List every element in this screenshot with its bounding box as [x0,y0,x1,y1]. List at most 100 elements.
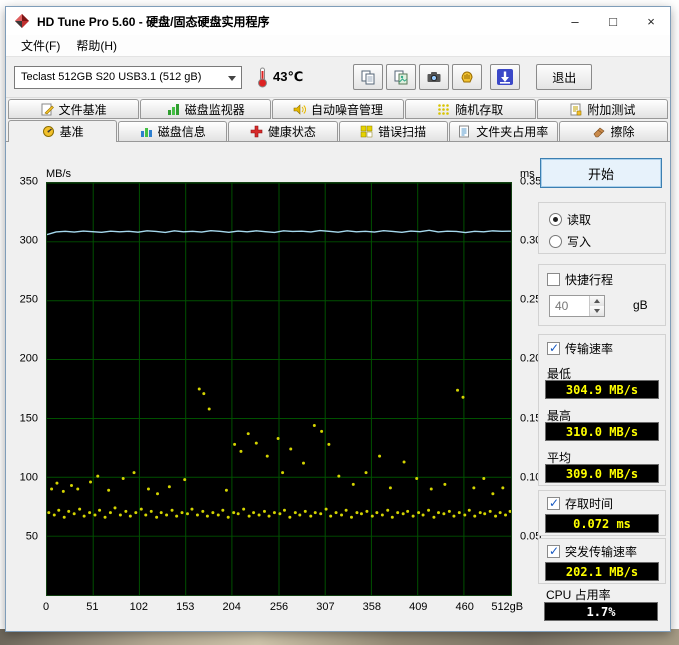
donate-button[interactable] [452,64,483,90]
write-label: 写入 [567,235,592,249]
transfer-rate-label: 传输速率 [565,342,614,356]
benchmark-icon [42,126,54,137]
menu-bar: 文件(F) 帮助(H) [6,35,670,57]
short-stroke-group: 快捷行程 40 gB [538,264,666,326]
error-scan-icon [360,125,373,138]
tab-extra-tests[interactable]: 附加测试 [536,99,669,119]
short-stroke-stepper[interactable]: 40 [549,295,605,317]
tab-benchmark[interactable]: 基准 [8,120,118,142]
copy-image-button[interactable] [386,64,417,90]
read-radio[interactable] [549,213,562,226]
max-value-display: 310.0 MB/s [545,422,659,441]
short-stroke-checkbox[interactable] [547,273,560,286]
stepper-down-icon[interactable] [590,306,604,316]
hand-icon [461,71,473,83]
write-radio[interactable] [549,235,562,248]
tab-label: 健康状态 [267,125,316,139]
speaker-icon [293,103,306,115]
burst-rate-row[interactable]: 突发传输速率 [547,543,637,560]
transfer-rate-checkbox[interactable] [547,342,560,355]
tab-error-scan[interactable]: 错误扫描 [338,121,448,141]
eraser-icon [594,127,605,138]
tab-random-access[interactable]: 随机存取 [404,99,536,119]
x-axis-labels: 0 51 102 153 204 256 307 358 409 460 512gB [42,601,524,613]
tab-row-lower: 基准 磁盘信息 健康状态 错误扫描 文件夹占用率 擦除 [6,119,670,142]
window-controls: – □ × [556,7,670,35]
tab-erase[interactable]: 擦除 [558,121,669,141]
burst-rate-checkbox[interactable] [547,545,560,558]
exit-button[interactable]: 退出 [536,64,593,90]
toolbar: Teclast 512GB S20 USB3.1 (512 gB) 43℃ 退出 [6,57,670,97]
menu-help[interactable]: 帮助(H) [69,35,124,56]
tab-file-benchmark[interactable]: 文件基准 [8,99,140,119]
app-window: HD Tune Pro 5.60 - 硬盘/固态硬盘实用程序 – □ × 文件(… [5,6,671,632]
tab-folder-usage[interactable]: 文件夹占用率 [448,121,558,141]
tab-label: 擦除 [610,125,635,139]
disk-info-icon [140,128,152,137]
tab-label: 文件基准 [58,102,107,117]
start-button[interactable]: 开始 [540,158,662,188]
access-time-checkbox[interactable] [547,497,560,510]
stepper-arrows [589,296,604,316]
tab-aam[interactable]: 自动噪音管理 [272,99,404,119]
cpu-usage-label: CPU 占用率 [546,588,611,602]
benchmark-chart [46,182,512,596]
tab-label: 磁盘信息 [157,125,206,139]
burst-rate-display: 202.1 MB/s [545,562,659,581]
close-button[interactable]: × [632,7,670,35]
tab-disk-info[interactable]: 磁盘信息 [118,121,228,141]
burst-rate-group: 突发传输速率 202.1 MB/s [538,538,666,584]
drive-select[interactable]: Teclast 512GB S20 USB3.1 (512 gB) [14,65,242,89]
tab-label: 附加测试 [587,102,636,117]
disk-monitor-icon [167,103,179,115]
exit-label: 退出 [552,70,577,85]
write-radio-row[interactable]: 写入 [549,233,591,250]
transfer-rate-group: 传输速率 最低 304.9 MB/s 最高 310.0 MB/s 平均 309.… [538,334,666,486]
tab-health[interactable]: 健康状态 [228,121,338,141]
thermometer-icon [258,67,267,88]
tab-label: 磁盘监视器 [184,102,245,117]
copy-icon [361,70,375,85]
stepper-up-icon[interactable] [590,296,604,306]
title-bar: HD Tune Pro 5.60 - 硬盘/固态硬盘实用程序 – □ × [6,7,670,35]
app-logo-icon [15,14,29,28]
tab-label: 错误扫描 [378,125,427,139]
update-button[interactable] [490,64,521,90]
copy-text-button[interactable] [353,64,384,90]
extra-tests-icon [570,103,582,115]
start-label: 开始 [587,166,614,182]
download-icon [497,69,514,85]
tab-label: 随机存取 [455,102,504,117]
minimize-button[interactable]: – [556,7,594,35]
folder-usage-icon [459,125,470,138]
tab-label: 自动噪音管理 [311,102,384,117]
temperature-value: 43℃ [273,69,304,84]
access-time-group: 存取时间 0.072 ms [538,490,666,536]
access-time-display: 0.072 ms [545,514,659,533]
y-axis-left-labels: 350 300 250 200 150 100 50 [19,175,38,543]
tab-label: 文件夹占用率 [476,125,549,139]
screenshot-button[interactable] [419,64,450,90]
access-time-label: 存取时间 [565,497,614,511]
tab-disk-monitor[interactable]: 磁盘监视器 [140,99,272,119]
min-value-display: 304.9 MB/s [545,380,659,399]
toolbar-buttons [353,64,483,90]
transfer-rate-row[interactable]: 传输速率 [547,340,613,357]
random-access-icon [438,103,450,115]
mode-group: 读取 写入 [538,202,666,254]
read-radio-row[interactable]: 读取 [549,211,591,228]
y-axis-unit-left: MB/s [46,168,72,180]
short-stroke-row[interactable]: 快捷行程 [547,271,613,288]
read-label: 读取 [567,213,592,227]
cpu-usage-display: 1.7% [544,602,658,621]
tab-label: 基准 [59,125,84,139]
burst-rate-label: 突发传输速率 [565,545,638,559]
access-time-row[interactable]: 存取时间 [547,495,613,512]
short-stroke-label: 快捷行程 [565,273,614,287]
cpu-usage-group: CPU 占用率 1.7% [538,586,666,628]
drive-select-value: Teclast 512GB S20 USB3.1 (512 gB) [21,71,202,83]
avg-value-display: 309.0 MB/s [545,464,659,483]
menu-file[interactable]: 文件(F) [14,35,67,56]
benchmark-panel: MB/s ms 350 300 250 200 150 100 50 0.35 0.30 0.2… [6,141,670,631]
maximize-button[interactable]: □ [594,7,632,35]
